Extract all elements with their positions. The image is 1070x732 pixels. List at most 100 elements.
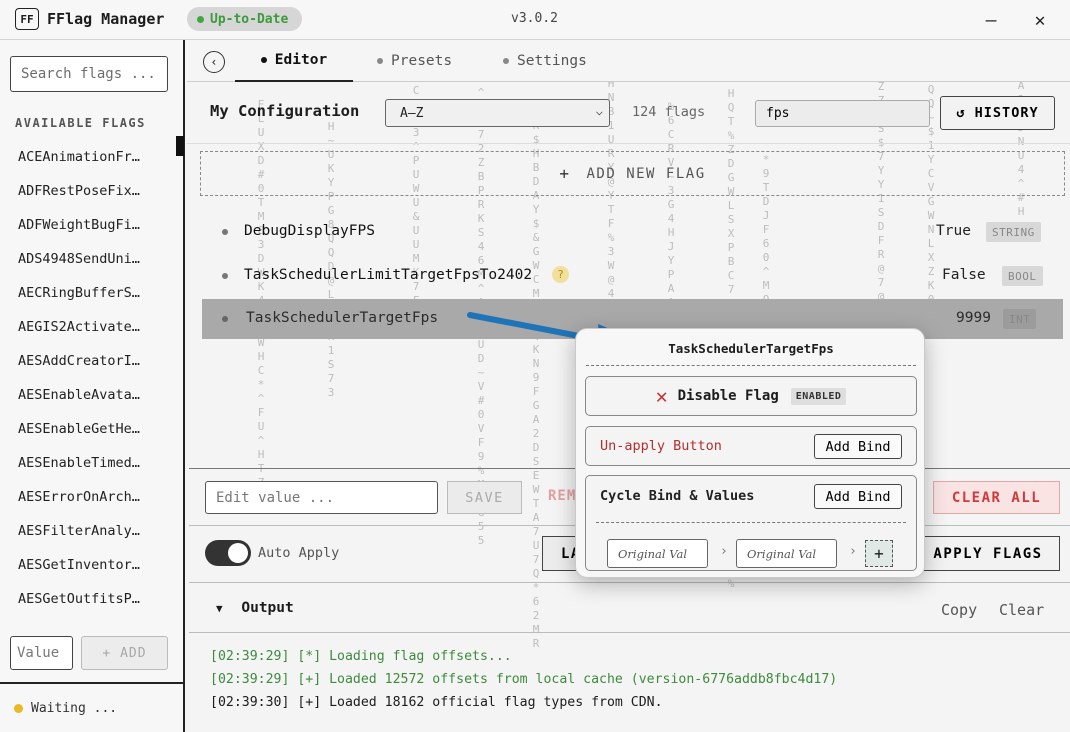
app-version: v3.0.2 xyxy=(511,11,558,26)
plus-icon: + xyxy=(874,544,884,563)
list-item[interactable]: AESEnableGetHe… xyxy=(0,412,183,446)
chevron-left-icon: ‹ xyxy=(210,55,218,69)
remove-button[interactable]: REM xyxy=(548,488,576,504)
output-log: [02:39:29] [*] Loading flag offsets... [… xyxy=(210,645,837,714)
apply-flags-button[interactable]: APPLY FLAGS xyxy=(916,536,1060,571)
bullet-icon xyxy=(222,273,228,279)
tab-settings[interactable]: Settings xyxy=(503,40,587,82)
tab-presets[interactable]: Presets xyxy=(377,40,452,82)
close-button[interactable]: ✕ xyxy=(1028,8,1052,32)
flag-row[interactable]: TaskSchedulerLimitTargetFpsTo2402 ? Fals… xyxy=(202,256,1063,296)
list-item[interactable]: ADS4948SendUni… xyxy=(0,242,183,276)
flag-name: TaskSchedulerTargetFps xyxy=(246,310,439,326)
back-button[interactable]: ‹ xyxy=(203,51,225,73)
log-line: [02:39:29] [+] Loaded 12572 offsets from… xyxy=(210,672,838,687)
list-item[interactable]: ADFRestPoseFix… xyxy=(0,174,183,208)
tab-label: Editor xyxy=(274,52,328,68)
bullet-icon xyxy=(222,229,228,235)
tab-bullet-icon xyxy=(503,58,509,64)
clear-all-button[interactable]: CLEAR ALL xyxy=(933,481,1060,514)
cycle-bind-label: Cycle Bind & Values xyxy=(600,488,755,504)
auto-apply-toggle[interactable] xyxy=(205,540,251,566)
add-new-flag-label: ADD NEW FLAG xyxy=(586,165,706,182)
available-flags-list: ACEAnimationFr… ADFRestPoseFix… ADFWeigh… xyxy=(0,140,183,616)
disable-flag-button[interactable]: ✕ Disable Flag ENABLED xyxy=(585,376,917,416)
list-item[interactable]: AECRingBufferS… xyxy=(0,276,183,310)
close-x-icon: ✕ xyxy=(655,384,668,408)
divider xyxy=(189,582,1070,583)
collapse-triangle-icon: ▼ xyxy=(216,602,223,615)
cycle-value-input[interactable] xyxy=(607,539,708,568)
help-icon[interactable]: ? xyxy=(552,266,569,283)
output-header[interactable]: ▼ Output xyxy=(216,600,294,616)
divider xyxy=(596,522,906,523)
filter-flags-input[interactable] xyxy=(755,100,930,127)
plus-icon: + xyxy=(559,164,571,183)
disable-flag-label: Disable Flag xyxy=(677,388,779,404)
list-item[interactable]: AESAddCreatorI… xyxy=(0,344,183,378)
tab-bullet-icon xyxy=(377,58,383,64)
log-line: [02:39:29] [*] Loading flag offsets... xyxy=(210,649,512,664)
list-item[interactable]: AESGetOutfitsP… xyxy=(0,582,183,616)
sidebar: AVAILABLE FLAGS ACEAnimationFr… ADFRestP… xyxy=(0,40,185,732)
add-new-flag-button[interactable]: + ADD NEW FLAG xyxy=(200,151,1065,196)
connection-status: Waiting ... xyxy=(0,682,183,732)
list-item[interactable]: AESEnableAvata… xyxy=(0,378,183,412)
flag-count: 124 flags xyxy=(632,104,706,120)
chevron-right-icon: › xyxy=(849,544,857,559)
flag-value: True xyxy=(936,223,971,239)
cycle-value-input[interactable] xyxy=(736,539,837,568)
flag-type-badge: INT xyxy=(1003,309,1037,329)
chevron-down-icon: ⌵ xyxy=(595,104,603,118)
list-item[interactable]: AESGetInventor… xyxy=(0,548,183,582)
toggle-knob xyxy=(228,543,248,563)
configuration-title: My Configuration xyxy=(210,102,360,120)
sort-select[interactable]: A–Z ⌵ xyxy=(385,99,610,127)
list-item[interactable]: ADFWeightBugFi… xyxy=(0,208,183,242)
available-flags-heading: AVAILABLE FLAGS xyxy=(15,116,146,130)
flag-row[interactable]: DebugDisplayFPS True STRING xyxy=(202,212,1063,252)
connection-status-label: Waiting ... xyxy=(31,700,118,716)
edit-value-input[interactable] xyxy=(205,481,438,514)
flag-value-input[interactable] xyxy=(10,636,73,670)
chevron-right-icon: › xyxy=(720,544,728,559)
search-flags-input[interactable] xyxy=(10,56,168,92)
flag-type-badge: STRING xyxy=(986,222,1041,242)
app-title: FFlag Manager xyxy=(47,10,165,28)
unapply-button-card: Un-apply Button Add Bind xyxy=(585,426,917,466)
cycle-add-bind-button[interactable]: Add Bind xyxy=(814,484,902,509)
divider xyxy=(189,632,1070,633)
save-button[interactable]: SAVE xyxy=(447,481,522,514)
clear-output-button[interactable]: Clear xyxy=(999,601,1044,619)
tab-editor[interactable]: Editor xyxy=(235,40,353,82)
list-item[interactable]: AEGIS2Activate… xyxy=(0,310,183,344)
status-dot-icon xyxy=(197,15,204,23)
output-title: Output xyxy=(241,600,294,616)
add-cycle-value-button[interactable]: + xyxy=(865,540,893,567)
update-status-label: Up-to-Date xyxy=(210,11,289,27)
divider xyxy=(586,365,916,366)
list-item[interactable]: AESErrorOnArch… xyxy=(0,480,183,514)
flag-value: False xyxy=(942,267,986,283)
copy-output-button[interactable]: Copy xyxy=(941,601,977,619)
list-item[interactable]: AESFilterAnaly… xyxy=(0,514,183,548)
tab-bullet-icon xyxy=(260,57,267,63)
add-bind-button[interactable]: Add Bind xyxy=(814,434,902,459)
sort-select-value: A–Z xyxy=(400,105,424,121)
unapply-button-label: Un-apply Button xyxy=(600,438,722,454)
cycle-bind-card: Cycle Bind & Values Add Bind › › + xyxy=(585,475,917,571)
tab-bar: ‹ Editor Presets Settings xyxy=(187,40,1070,82)
minimize-button[interactable]: — xyxy=(979,8,1003,32)
list-item[interactable]: ACEAnimationFr… xyxy=(0,140,183,174)
tab-label: Settings xyxy=(517,53,587,69)
auto-apply-label: Auto Apply xyxy=(258,545,340,561)
list-item[interactable]: AESEnableTimed… xyxy=(0,446,183,480)
history-button[interactable]: ↺ HISTORY xyxy=(940,96,1055,130)
popup-title: TaskSchedulerTargetFps xyxy=(668,341,834,356)
bullet-icon xyxy=(222,316,228,322)
flag-type-badge: BOOL xyxy=(1002,266,1043,286)
matrix-column: K $ H B D A Y $ & G W C M W C Q K N 9 F … xyxy=(532,119,540,650)
log-line: [02:39:30] [+] Loaded 18162 official fla… xyxy=(210,695,663,710)
flag-name: DebugDisplayFPS xyxy=(244,223,375,239)
add-flag-button[interactable]: + ADD xyxy=(81,636,168,670)
